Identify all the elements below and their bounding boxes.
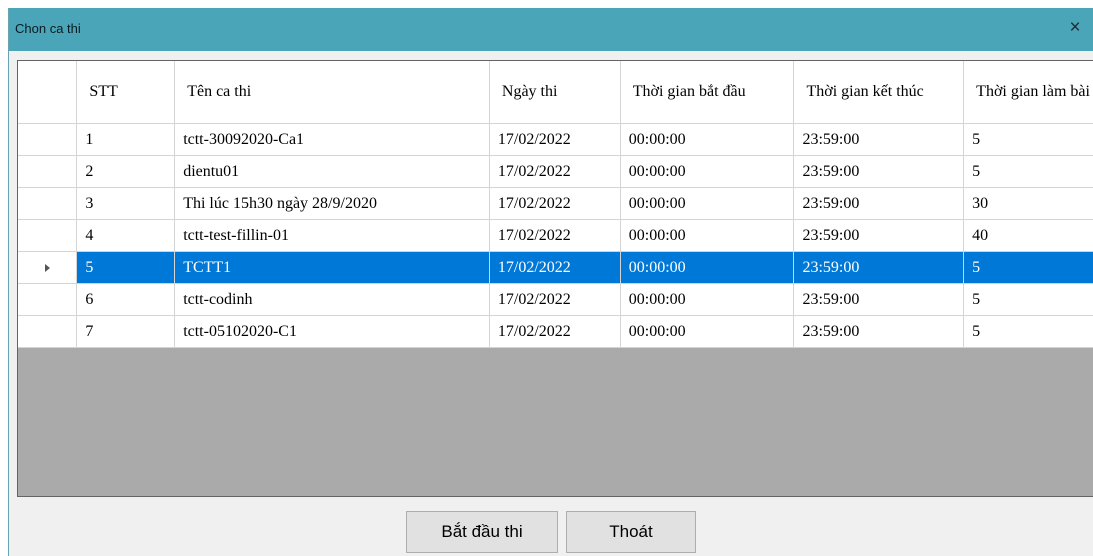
table-row[interactable]: 1 tctt-30092020-Ca1 17/02/2022 00:00:00 23:5… [18, 123, 1093, 156]
cell-stt[interactable]: 6 [76, 283, 176, 316]
exam-session-grid: STT Tên ca thi Ngày thi Thời gian bắt đầ… [17, 60, 1093, 497]
cell-session-name[interactable]: tctt-test-fillin-01 [174, 219, 490, 252]
cell-session-name[interactable]: TCTT1 [174, 251, 490, 284]
column-header-stt[interactable]: STT [76, 61, 176, 124]
cell-exam-date[interactable]: 17/02/2022 [489, 123, 621, 156]
row-header[interactable] [18, 219, 78, 252]
cell-duration[interactable]: 30 [963, 187, 1093, 220]
cell-end-time[interactable]: 23:59:00 [793, 123, 965, 156]
cell-stt[interactable]: 7 [76, 315, 176, 348]
cell-stt[interactable]: 5 [76, 251, 176, 284]
cell-exam-date[interactable]: 17/02/2022 [489, 219, 621, 252]
start-exam-button[interactable]: Bắt đầu thi [406, 511, 558, 553]
table-body: 1 tctt-30092020-Ca1 17/02/2022 00:00:00 23:5… [18, 123, 1093, 348]
cell-end-time[interactable]: 23:59:00 [793, 187, 965, 220]
table-row[interactable]: 2 dientu01 17/02/2022 00:00:00 23:59:00 5 [18, 155, 1093, 188]
exit-button[interactable]: Thoát [566, 511, 696, 553]
cell-duration[interactable]: 5 [963, 123, 1093, 156]
cell-exam-date[interactable]: 17/02/2022 [489, 283, 621, 316]
cell-exam-date[interactable]: 17/02/2022 [489, 251, 621, 284]
cell-duration[interactable]: 5 [963, 251, 1093, 284]
table-header-row: STT Tên ca thi Ngày thi Thời gian bắt đầ… [18, 61, 1093, 124]
cell-start-time[interactable]: 00:00:00 [620, 219, 795, 252]
row-header[interactable] [18, 123, 78, 156]
cell-end-time[interactable]: 23:59:00 [793, 219, 965, 252]
dialog-window: Chon ca thi × STT Tên ca thi Ngày thi Th [8, 8, 1093, 556]
cell-stt[interactable]: 3 [76, 187, 176, 220]
cell-exam-date[interactable]: 17/02/2022 [489, 155, 621, 188]
cell-start-time[interactable]: 00:00:00 [620, 283, 795, 316]
row-header[interactable] [18, 187, 78, 220]
title-bar[interactable]: Chon ca thi × [9, 8, 1093, 51]
cell-exam-date[interactable]: 17/02/2022 [489, 187, 621, 220]
cell-start-time[interactable]: 00:00:00 [620, 155, 795, 188]
cell-session-name[interactable]: dientu01 [174, 155, 490, 188]
cell-duration[interactable]: 5 [963, 155, 1093, 188]
row-header[interactable] [18, 251, 78, 284]
cell-session-name[interactable]: tctt-05102020-C1 [174, 315, 490, 348]
cell-end-time[interactable]: 23:59:00 [793, 155, 965, 188]
cell-start-time[interactable]: 00:00:00 [620, 251, 795, 284]
cell-stt[interactable]: 2 [76, 155, 176, 188]
cell-session-name[interactable]: Thi lúc 15h30 ngày 28/9/2020 [174, 187, 490, 220]
table-row[interactable]: 7 tctt-05102020-C1 17/02/2022 00:00:00 23:59… [18, 315, 1093, 348]
window-title: Chon ca thi [15, 21, 81, 36]
row-header[interactable] [18, 315, 78, 348]
cell-end-time[interactable]: 23:59:00 [793, 315, 965, 348]
table-row[interactable]: 3 Thi lúc 15h30 ngày 28/9/2020 17/02/2022 0… [18, 187, 1093, 220]
cell-duration[interactable]: 5 [963, 315, 1093, 348]
row-header[interactable] [18, 283, 78, 316]
cell-session-name[interactable]: tctt-30092020-Ca1 [174, 123, 490, 156]
current-row-arrow-icon [44, 263, 50, 272]
cell-duration[interactable]: 5 [963, 283, 1093, 316]
cell-session-name[interactable]: tctt-codinh [174, 283, 490, 316]
column-header-session-name[interactable]: Tên ca thi [174, 61, 490, 124]
column-header-exam-date[interactable]: Ngày thi [489, 61, 621, 124]
table-row[interactable]: 6 tctt-codinh 17/02/2022 00:00:00 23:59:00 5 [18, 283, 1093, 316]
column-header-duration[interactable]: Thời gian làm bài [963, 61, 1093, 124]
cell-stt[interactable]: 1 [76, 123, 176, 156]
table-row[interactable]: 4 tctt-test-fillin-01 17/02/2022 00:00:00 23… [18, 219, 1093, 252]
cell-end-time[interactable]: 23:59:00 [793, 283, 965, 316]
cell-start-time[interactable]: 00:00:00 [620, 187, 795, 220]
exam-session-table: STT Tên ca thi Ngày thi Thời gian bắt đầ… [18, 61, 1093, 348]
cell-stt[interactable]: 4 [76, 219, 176, 252]
column-header-end-time[interactable]: Thời gian kết thúc [793, 61, 965, 124]
cell-end-time[interactable]: 23:59:00 [793, 251, 965, 284]
cell-exam-date[interactable]: 17/02/2022 [489, 315, 621, 348]
cell-start-time[interactable]: 00:00:00 [620, 123, 795, 156]
cell-start-time[interactable]: 00:00:00 [620, 315, 795, 348]
column-header-start-time[interactable]: Thời gian bắt đầu [620, 61, 795, 124]
table-row[interactable]: 5 TCTT1 17/02/2022 00:00:00 23:59:00 5 [18, 251, 1093, 284]
close-icon[interactable]: × [1063, 16, 1087, 40]
cell-duration[interactable]: 40 [963, 219, 1093, 252]
row-header[interactable] [18, 155, 78, 188]
row-header-corner [18, 61, 78, 124]
